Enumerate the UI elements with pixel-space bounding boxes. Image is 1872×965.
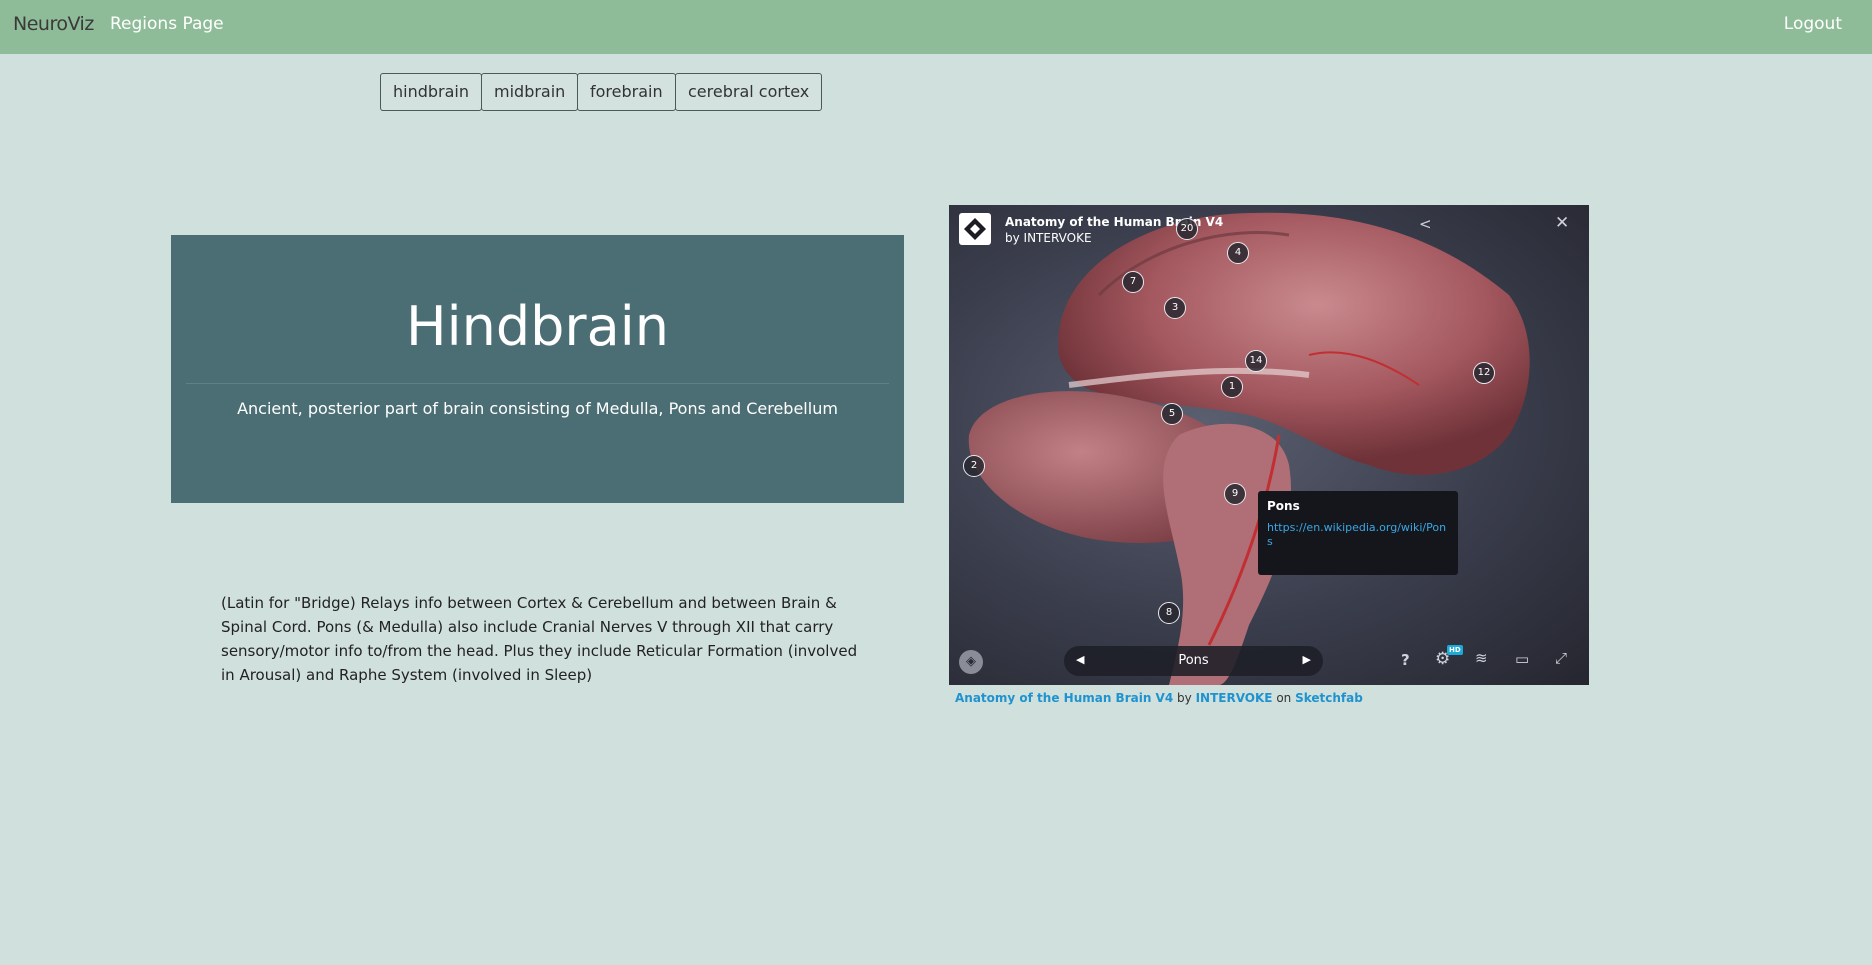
sketchfab-logo-icon[interactable]	[959, 213, 991, 245]
hotspot-2[interactable]: 2	[963, 455, 985, 477]
credit-by: by	[1177, 691, 1192, 705]
layers-icon[interactable]: ≋	[1475, 649, 1488, 667]
share-icon[interactable]: <	[1419, 215, 1432, 233]
annotation-tooltip: Pons https://en.wikipedia.org/wiki/Pons	[1258, 491, 1458, 575]
credit-on: on	[1276, 691, 1292, 705]
annotation-navigator: ◀ Pons ▶	[1064, 646, 1323, 676]
brain-model-image[interactable]	[949, 205, 1589, 685]
midbrain-button[interactable]: midbrain	[481, 73, 579, 111]
annotation-label: Pons	[1178, 653, 1209, 668]
credit-site-link[interactable]: Sketchfab	[1295, 691, 1363, 705]
hotspot-3[interactable]: 3	[1164, 297, 1186, 319]
hotspot-7[interactable]: 7	[1122, 271, 1144, 293]
logout-link[interactable]: Logout	[1784, 14, 1842, 34]
sketchfab-viewer[interactable]: Anatomy of the Human Brain V4 by INTERVO…	[949, 205, 1589, 685]
sketchfab-cube-icon[interactable]: ◈	[959, 650, 983, 674]
close-icon[interactable]: ✕	[1555, 213, 1569, 233]
hotspot-4[interactable]: 4	[1227, 242, 1249, 264]
divider	[186, 383, 889, 384]
hd-badge: HD	[1447, 645, 1463, 655]
tooltip-wiki-link[interactable]: https://en.wikipedia.org/wiki/Pons	[1267, 521, 1449, 549]
hotspot-1[interactable]: 1	[1221, 376, 1243, 398]
hotspot-20[interactable]: 20	[1176, 218, 1198, 240]
cerebral-cortex-button[interactable]: cerebral cortex	[675, 73, 823, 111]
hotspot-9[interactable]: 9	[1224, 483, 1246, 505]
navbar: NeuroViz Regions Page Logout	[0, 0, 1872, 54]
tooltip-title: Pons	[1267, 499, 1300, 513]
region-title: Hindbrain	[406, 295, 669, 358]
model-credits: Anatomy of the Human Brain V4 by INTERVO…	[955, 691, 1363, 705]
hotspot-5[interactable]: 5	[1161, 403, 1183, 425]
model-author[interactable]: by INTERVOKE	[1005, 231, 1092, 245]
hotspot-12[interactable]: 12	[1473, 362, 1495, 384]
fullscreen-icon[interactable]: ⤢	[1555, 649, 1567, 667]
hotspot-8[interactable]: 8	[1158, 602, 1180, 624]
forebrain-button[interactable]: forebrain	[577, 73, 676, 111]
hotspot-14[interactable]: 14	[1245, 350, 1267, 372]
brand-logo[interactable]: NeuroViz	[13, 13, 94, 35]
region-subtitle: Ancient, posterior part of brain consist…	[237, 399, 838, 418]
regions-page-link[interactable]: Regions Page	[110, 14, 224, 34]
hindbrain-button[interactable]: hindbrain	[380, 73, 483, 111]
caret-right-icon[interactable]: ▶	[1303, 653, 1311, 666]
region-description: (Latin for "Bridge) Relays info between …	[221, 594, 858, 684]
vr-headset-icon[interactable]: ▭	[1515, 650, 1529, 668]
help-icon[interactable]: ?	[1401, 651, 1410, 669]
credit-model-link[interactable]: Anatomy of the Human Brain V4	[955, 691, 1173, 705]
region-hero: Hindbrain Ancient, posterior part of bra…	[171, 235, 904, 503]
credit-author-link[interactable]: INTERVOKE	[1196, 691, 1273, 705]
